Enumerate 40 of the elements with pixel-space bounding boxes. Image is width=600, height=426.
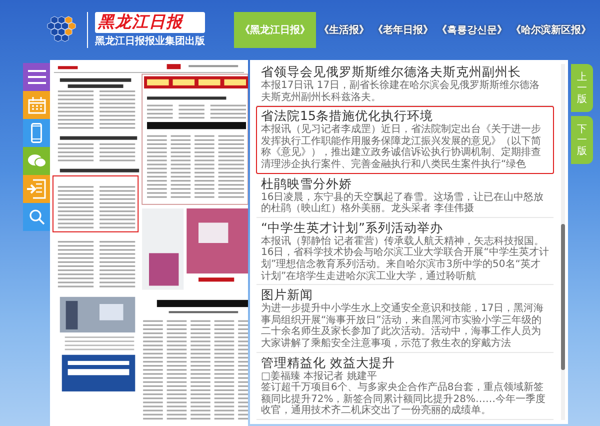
article-summary: 本报讯（见习记者李成罡）近日，省法院制定出台《关于进一步发挥执行工作职能作用服务保障龙江振兴发展的意见》（以下简称《意见》），推出建立政务诚信诉讼执行协调机制、定期排查清理涉企执行案件、完善金融执行和八类民生案件执行“绿色	[261, 124, 542, 171]
article-summary: 本报17日讯 17日，副省长徐建在哈尔滨会见俄罗斯斯维尔德洛夫斯克州副州长科兹洛夫。	[261, 80, 541, 104]
phone-icon	[31, 123, 42, 143]
article-title[interactable]: 省领导会见俄罗斯斯维尔德洛夫斯克州副州长	[261, 64, 549, 80]
article-summary: 为进一步提升中小学生水上交通安全意识和技能，17日，黑河海事局组织开展“海事开放日”活动，来自黑河市实验小学三年级的二十余名师生及家长参加了此次活动。活动中，海事工作人员为大家讲解了乘船安全注意事项，示范了救生衣的穿戴方法	[261, 303, 545, 350]
calendar-button[interactable]	[23, 91, 50, 119]
article-entry[interactable]: 杜鹃映雪分外娇 16日凌晨，东宁县的天空飘起了春雪。这场雪，让已在山中怒放的杜鹃（映山红）格外美丽。龙头采者 李佳伟摄	[256, 174, 554, 218]
archive-button[interactable]	[23, 175, 50, 203]
chat-bubbles-icon	[28, 154, 46, 168]
article-summary: 签订超千万项目6个、与多家央企合作产品8台套，重点领域新签额同比提升72%，新签合同累计额同比提升28%……今年一季度收官，通用技术齐二机床交出了一份亮丽的成绩单。	[261, 382, 546, 417]
article-entry[interactable]: 图片新闻 为进一步提升中小学生水上交通安全意识和技能，17日，黑河海事局组织开展“海事开放日”活动，来自黑河市实验小学三年级的二十余名师生及家长参加了此次活动。活动中，海事工作人员为大家讲解了乘船安全注意事项，示范了救生衣的穿戴方法	[256, 285, 554, 352]
newspaper-tab[interactable]: 《哈尔滨新区报》	[510, 12, 592, 48]
newspaper-tab[interactable]: 《老年日报》	[372, 12, 434, 48]
menu-icon	[28, 70, 46, 84]
hexagon-logo-icon	[45, 15, 79, 45]
search-button[interactable]	[23, 203, 50, 231]
article-byline: □姜福臻 本报记者 姚建平	[261, 370, 378, 382]
article-title[interactable]: 省法院15条措施优化执行环境	[261, 108, 549, 124]
newspaper-tab[interactable]: 《흑룡강신문》	[436, 12, 508, 48]
article-summary: 16日凌晨，东宁县的天空飘起了春雪。这场雪，让已在山中怒放的杜鹃（映山红）格外美丽。龙头采者 李佳伟摄	[261, 192, 545, 215]
article-title[interactable]: 杜鹃映雪分外娇	[261, 176, 549, 192]
phone-button[interactable]	[23, 119, 50, 147]
menu-button[interactable]	[23, 63, 50, 91]
article-title[interactable]: 图片新闻	[261, 287, 549, 304]
search-icon	[28, 209, 44, 225]
article-entry[interactable]: 省法院15条措施优化执行环境 本报讯（见习记者李成罡）近日，省法院制定出台《关于进一步发挥执行工作职能作用服务保障龙江振兴发展的意见》（以下简称《意见》），推出建立政务诚信诉讼执行协调机制、定期排查清理涉企执行案件、完善金融执行和八类民生案件执行“绿色	[256, 106, 554, 174]
scrollbar-thumb[interactable]	[561, 224, 565, 370]
newspaper-tab[interactable]: 《生活报》	[318, 12, 370, 48]
newspaper-brand: 黑龙江日报	[95, 12, 205, 33]
article-title[interactable]: 管理精益化 效益大提升	[261, 354, 549, 370]
publisher-subtitle: 黑龙江日报报业集团出版	[95, 34, 205, 48]
calendar-icon	[28, 96, 46, 114]
article-entry[interactable]: 管理精益化 效益大提升 □姜福臻 本报记者 姚建平 签订超千万项目6个、与多家央企合作产品8台套，重点领域新签额同比提升72%，新签合同累计额同比提升28%……今年一季度收官，通用技术齐二机床交出了一份亮丽的成绩单。	[256, 352, 554, 420]
chat-button[interactable]	[23, 147, 50, 175]
article-entry[interactable]: “中学生英才计划”系列活动举办 本报讯（郭静怡 记者霍营）传承载人航天精神，矢志科技报国。16日，省科学技术协会与哈尔滨工业大学联合开展“中学生英才计划”理想信念教育系列活动。来自哈尔滨市3所中学的50名“英才计划”在培学生走进哈尔滨工业大学，通过聆听航	[256, 218, 554, 286]
article-entry[interactable]: 省领导会见俄罗斯斯维尔德洛夫斯克州副州长 本报17日讯 17日，副省长徐建在哈尔滨会见俄罗斯斯维尔德洛夫斯克州副州长科兹洛夫。	[256, 62, 554, 106]
scrollbar[interactable]	[561, 64, 565, 420]
document-arrow-icon	[26, 179, 46, 199]
article-title[interactable]: “中学生英才计划”系列活动举办	[261, 220, 549, 236]
article-summary: 本报讯（郭静怡 记者霍营）传承载人航天精神，矢志科技报国。16日，省科学技术协会与哈尔滨工业大学联合开展“中学生英才计划”理想信念教育系列活动。来自哈尔滨市3所中学的50名“英才计划”在培学生走进哈尔滨工业大学，通过聆听航	[261, 236, 549, 282]
